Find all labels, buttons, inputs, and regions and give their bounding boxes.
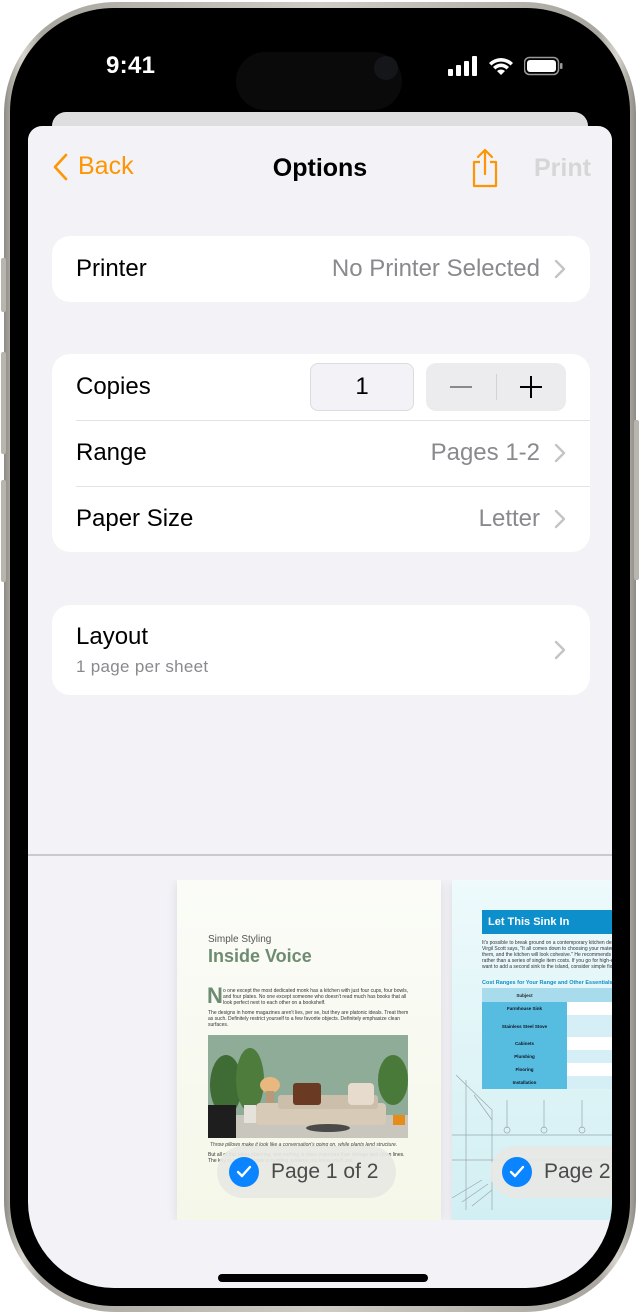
table-title: Cost Ranges for Your Range and Other Ess… bbox=[482, 980, 612, 986]
decrement-button[interactable] bbox=[426, 363, 496, 411]
table-header: Subject bbox=[482, 988, 567, 1002]
table-cell: $2599.00 bbox=[567, 1015, 612, 1037]
layout-label: Layout bbox=[76, 623, 149, 650]
table-cell: $15000.00 bbox=[567, 1037, 612, 1050]
plus-icon bbox=[520, 376, 543, 398]
article-banner: Let This Sink In bbox=[482, 910, 612, 934]
layout-group: Layout 1 page per sheet bbox=[52, 605, 590, 695]
table-cell: Stainless Steel Stove bbox=[482, 1015, 567, 1037]
living-room-photo bbox=[208, 1035, 408, 1138]
copies-stepper bbox=[426, 363, 566, 411]
copies-input[interactable]: 1 bbox=[310, 363, 414, 411]
article-title: Inside Voice bbox=[208, 946, 312, 966]
article-paragraph: It's possible to break ground on a conte… bbox=[482, 940, 612, 970]
table-row: Plumbing$2000.00 bbox=[482, 1050, 612, 1063]
table-cell: $6000.00 bbox=[567, 1063, 612, 1076]
page-preview-2[interactable]: Let This Sink In It's possible to break … bbox=[452, 880, 612, 1220]
paper-size-row[interactable]: Paper Size Letter bbox=[52, 486, 590, 552]
table-header: High Cost bbox=[567, 988, 612, 1002]
table-row: Flooring$6000.00 bbox=[482, 1063, 612, 1076]
print-settings-group: Copies 1 Range Pages 1-2 Paper Size Lett… bbox=[52, 354, 590, 552]
cellular-signal-icon bbox=[448, 56, 478, 81]
range-row[interactable]: Range Pages 1-2 bbox=[52, 420, 590, 486]
print-options-sheet: Back Options Print Printer No Printer Se… bbox=[28, 126, 612, 1288]
status-icons bbox=[448, 56, 564, 81]
table-cell: $2000.00 bbox=[567, 1050, 612, 1063]
checkmark-circle-icon[interactable] bbox=[229, 1157, 259, 1187]
table-cell: Farmhouse Sink bbox=[482, 1002, 567, 1015]
side-button bbox=[634, 420, 639, 580]
screen: 9:41 Back Options Print Printer No Print… bbox=[28, 26, 612, 1288]
drop-cap: N bbox=[207, 983, 223, 1008]
status-bar: 9:41 bbox=[28, 26, 612, 116]
printer-value: No Printer Selected bbox=[331, 255, 540, 282]
status-time: 9:41 bbox=[106, 52, 156, 79]
table-cell: Cabinets bbox=[482, 1037, 567, 1050]
print-button[interactable]: Print bbox=[534, 154, 591, 183]
cost-table: Subject High Cost Farmhouse Sink$749.00 … bbox=[482, 988, 612, 1089]
table-cell: Installation bbox=[482, 1076, 567, 1089]
paper-size-label: Paper Size bbox=[76, 505, 194, 532]
layout-texts: Layout 1 page per sheet bbox=[76, 623, 554, 677]
page-badge-label: Page 2 of 2 bbox=[544, 1160, 612, 1183]
chevron-right-icon bbox=[554, 640, 566, 660]
page-badge: Page 2 of 2 bbox=[490, 1146, 612, 1198]
printer-label: Printer bbox=[76, 255, 147, 282]
table-row: Cabinets$15000.00 bbox=[482, 1037, 612, 1050]
battery-icon bbox=[523, 56, 564, 81]
increment-button[interactable] bbox=[497, 363, 567, 411]
page-title: Options bbox=[272, 154, 368, 182]
paper-size-value: Letter bbox=[478, 505, 540, 532]
table-row: Installation$10000.00 bbox=[482, 1076, 612, 1089]
layout-row[interactable]: Layout 1 page per sheet bbox=[52, 605, 590, 695]
volume-down-button bbox=[1, 480, 6, 582]
share-icon bbox=[472, 148, 498, 188]
chevron-right-icon bbox=[554, 509, 566, 529]
article-kicker: Simple Styling bbox=[208, 934, 272, 945]
table-cell: Plumbing bbox=[482, 1050, 567, 1063]
table-cell: $749.00 bbox=[567, 1002, 612, 1015]
front-camera bbox=[374, 56, 398, 80]
range-label: Range bbox=[76, 439, 147, 466]
table-row: Stainless Steel Stove$2599.00 bbox=[482, 1015, 612, 1037]
wifi-icon bbox=[488, 56, 514, 81]
action-button bbox=[1, 258, 6, 312]
chevron-right-icon bbox=[554, 443, 566, 463]
chevron-right-icon bbox=[554, 259, 566, 279]
page-badge-label: Page 1 of 2 bbox=[271, 1160, 379, 1183]
copies-row: Copies 1 bbox=[52, 354, 590, 420]
minus-icon bbox=[449, 386, 472, 388]
checkmark-circle-icon[interactable] bbox=[502, 1157, 532, 1187]
home-indicator[interactable] bbox=[218, 1274, 428, 1282]
page-badge: Page 1 of 2 bbox=[217, 1146, 397, 1198]
preview-divider bbox=[28, 854, 612, 856]
range-value: Pages 1-2 bbox=[430, 439, 540, 466]
printer-group: Printer No Printer Selected bbox=[52, 236, 590, 302]
page-preview-strip[interactable]: Simple Styling Inside Voice N o one exce… bbox=[28, 880, 612, 1220]
table-row: Farmhouse Sink$749.00 bbox=[482, 1002, 612, 1015]
printer-row[interactable]: Printer No Printer Selected bbox=[52, 236, 590, 302]
article-paragraph: The designs in home magazines aren't lie… bbox=[208, 1010, 409, 1028]
article-paragraph: o one except the most dedicated monk has… bbox=[223, 988, 409, 1006]
table-cell: Flooring bbox=[482, 1063, 567, 1076]
table-cell: $10000.00 bbox=[567, 1076, 612, 1089]
page-preview-1[interactable]: Simple Styling Inside Voice N o one exce… bbox=[177, 880, 441, 1220]
layout-subtitle: 1 page per sheet bbox=[76, 657, 209, 676]
volume-up-button bbox=[1, 352, 6, 454]
navigation-bar: Back Options Print bbox=[28, 126, 612, 214]
share-button[interactable] bbox=[470, 148, 500, 193]
